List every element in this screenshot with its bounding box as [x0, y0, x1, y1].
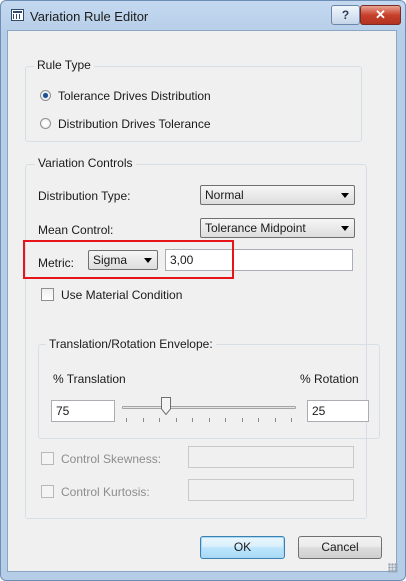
chevron-down-icon	[341, 226, 349, 231]
distribution-type-select[interactable]: Normal	[200, 185, 355, 205]
control-kurtosis-label: Control Kurtosis:	[61, 485, 150, 499]
rotation-input[interactable]	[307, 400, 369, 422]
slider-tick	[241, 418, 243, 422]
use-material-condition-label: Use Material Condition	[61, 288, 183, 302]
radio-distribution-drives-tolerance[interactable]: Distribution Drives Tolerance	[40, 117, 260, 133]
slider-tick	[142, 418, 144, 422]
control-skewness-checkbox[interactable]	[41, 452, 54, 465]
slider-tick	[291, 418, 292, 422]
control-skewness-input[interactable]	[188, 446, 354, 468]
translation-label: % Translation	[53, 372, 126, 386]
envelope-slider-thumb[interactable]	[160, 397, 171, 415]
control-kurtosis-checkbox[interactable]	[41, 485, 54, 498]
slider-tick	[225, 418, 226, 422]
radio-checked-icon[interactable]	[40, 90, 51, 101]
envelope-slider-track[interactable]	[122, 406, 296, 409]
radio-tolerance-drives-distribution[interactable]: Tolerance Drives Distribution	[40, 89, 260, 105]
envelope-title: Translation/Rotation Envelope:	[46, 337, 216, 351]
slider-tick	[274, 418, 276, 422]
slider-tick	[126, 418, 127, 422]
radio-label: Tolerance Drives Distribution	[58, 89, 211, 103]
mean-control-label: Mean Control:	[38, 223, 114, 237]
distribution-type-label: Distribution Type:	[38, 189, 131, 203]
chevron-down-icon	[341, 193, 349, 198]
variation-controls-title: Variation Controls	[35, 156, 136, 170]
translation-input[interactable]	[51, 400, 115, 422]
mean-control-value: Tolerance Midpoint	[205, 221, 306, 235]
control-skewness-label: Control Skewness:	[61, 452, 162, 466]
control-kurtosis-input[interactable]	[188, 479, 354, 501]
mean-control-select[interactable]: Tolerance Midpoint	[200, 218, 355, 238]
rotation-label: % Rotation	[300, 372, 359, 386]
close-button[interactable]: ✕	[360, 5, 401, 25]
slider-tick	[192, 418, 193, 422]
envelope-group	[38, 344, 380, 439]
title-bar[interactable]: Variation Rule Editor ? ✕	[1, 1, 405, 31]
radio-unchecked-icon[interactable]	[40, 118, 51, 129]
ok-button[interactable]: OK	[200, 536, 285, 559]
slider-tick	[175, 418, 177, 422]
rule-type-title: Rule Type	[34, 58, 94, 72]
resize-grip-icon[interactable]	[388, 563, 398, 573]
window-title: Variation Rule Editor	[30, 9, 149, 24]
app-table-icon	[11, 9, 24, 21]
highlight-box	[23, 240, 234, 279]
radio-label: Distribution Drives Tolerance	[58, 117, 211, 131]
distribution-type-value: Normal	[205, 188, 244, 202]
cancel-button[interactable]: Cancel	[298, 536, 382, 559]
slider-tick	[208, 418, 210, 422]
slider-tick	[159, 418, 160, 422]
slider-tick	[258, 418, 259, 422]
slider-ticks	[126, 418, 294, 422]
help-button[interactable]: ?	[331, 5, 360, 25]
use-material-condition-checkbox[interactable]	[41, 288, 54, 301]
